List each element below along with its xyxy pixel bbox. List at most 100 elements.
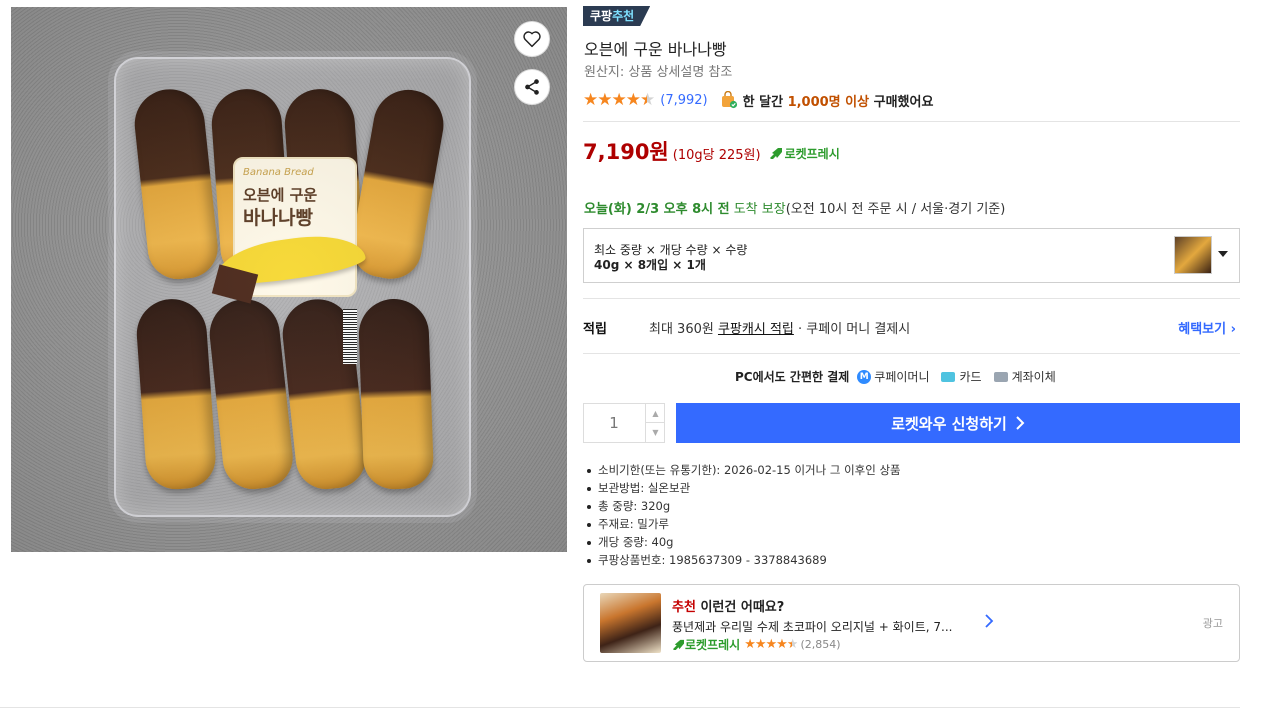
detail-item: 개당 중량: 40g (586, 533, 901, 551)
share-button[interactable] (514, 69, 550, 105)
reward-row: 적립 최대 360원 쿠팡캐시 적립 · 쿠페이 머니 결제시 혜택보기 › (583, 318, 1240, 337)
recommendation-heading-text: 이런건 어때요? (695, 600, 785, 615)
product-image[interactable]: Banana Bread 오븐에 구운 바나나빵 (11, 7, 567, 552)
bank-label: 계좌이체 (1011, 370, 1056, 384)
delivery-condition: (오전 10시 전 주문 시 / 서울·경기 기준) (785, 202, 1006, 217)
option-thumbnail (1174, 236, 1212, 274)
quantity-input[interactable] (584, 404, 644, 442)
banana-illustration (212, 228, 368, 290)
purchase-count-text: 한 달간 1,000명 이상 구매했어요 (743, 91, 934, 110)
star-icon: ★ (625, 89, 641, 110)
package-label: Banana Bread 오븐에 구운 바나나빵 (211, 157, 368, 304)
rocket-wow-signup-button[interactable]: 로켓와우 신청하기 (676, 403, 1240, 443)
heart-icon (523, 31, 541, 48)
delivery-info: 오늘(화) 2/3 오후 8시 전 도착 보장(오전 10시 전 주문 시 / … (584, 198, 1005, 217)
option-selector[interactable]: 최소 중량 × 개당 수량 × 수량 40g × 8개입 × 1개 (583, 228, 1240, 283)
star-icon: ★ (744, 637, 756, 652)
card-label: 카드 (959, 370, 982, 384)
banana-image (279, 295, 369, 493)
recommended-product-name[interactable]: 풍년제과 우리밀 수제 초코파이 오리지널 + 화이트, 7... (672, 618, 972, 635)
divider (0, 707, 1240, 708)
recommendation-card[interactable]: 추천 이런건 어때요? 풍년제과 우리밀 수제 초코파이 오리지널 + 화이트,… (583, 584, 1240, 662)
payment-lead: PC에서도 간편한 결제 (735, 370, 850, 384)
recommended-review-count: (2,854) (800, 638, 841, 651)
sale-price: 7,190원 (583, 140, 669, 164)
buyer-highlight: 1,000명 이상 (787, 94, 870, 110)
coupay-money-option: M 쿠페이머니 (857, 368, 929, 385)
caret-down-icon (1218, 251, 1228, 257)
buyer-prefix: 한 달간 (742, 94, 788, 110)
badge-accent: 추천 (612, 9, 635, 23)
wishlist-button[interactable] (514, 21, 550, 57)
delivery-guarantee: 도착 보장 (729, 202, 786, 217)
reward-prefix: 최대 360원 (649, 322, 718, 337)
shopping-bag-icon (721, 91, 737, 109)
card-icon (941, 371, 956, 382)
coupay-label: 쿠페이머니 (874, 370, 930, 384)
recommendation-heading-accent: 추천 (672, 600, 696, 615)
divider (583, 298, 1240, 299)
option-value: 40g × 8개입 × 1개 (594, 258, 706, 272)
chevron-right-icon[interactable] (984, 613, 994, 632)
tray-image (114, 57, 471, 517)
detail-item: 소비기한(또는 유통기한): 2026-02-15 이거나 그 이후인 상품 (586, 461, 901, 479)
half-star-icon: ★ (786, 637, 799, 652)
banana-image (131, 85, 221, 283)
reward-text: 최대 360원 쿠팡캐시 적립 · 쿠페이 머니 결제시 (649, 318, 910, 337)
badge-prefix: 쿠팡 (590, 9, 613, 23)
chevron-up-icon: ▲ (652, 408, 659, 418)
coupang-recommend-badge: 쿠팡추천 (583, 6, 650, 26)
product-title: 오븐에 구운 바나나빵 (584, 40, 727, 59)
rocket-icon (769, 148, 782, 159)
coupang-cash-link[interactable]: 쿠팡캐시 적립 (718, 322, 794, 337)
half-star-icon: ★ (640, 89, 655, 110)
banana-image (347, 84, 449, 284)
rocket-fresh-label: 로켓프레시 (685, 638, 741, 652)
star-icon: ★ (776, 637, 788, 652)
coupay-icon: M (857, 369, 872, 384)
quantity-increase-button[interactable]: ▲ (645, 404, 665, 423)
cta-label: 로켓와우 신청하기 (891, 414, 1007, 433)
product-details-list: 소비기한(또는 유통기한): 2026-02-15 이거나 그 이후인 상품 보… (586, 461, 901, 569)
star-icon: ★ (765, 637, 778, 652)
rating-row: ★ ★ ★ ★ ★ (7,992) 한 달간 1,000명 이상 구매했어요 (583, 90, 933, 110)
star-icon: ★ (611, 89, 627, 110)
chevron-right-icon (1016, 416, 1025, 430)
banana-image (282, 86, 366, 282)
price-row: 7,190원 (10g당 225원) 로켓프레시 (583, 136, 840, 166)
ad-label: 광고 (1202, 617, 1223, 630)
product-origin: 원산지: 상품 상세설명 참조 (584, 65, 733, 80)
buyer-suffix: 구매했어요 (869, 94, 934, 110)
package-line2: 바나나빵 (243, 207, 313, 229)
rating-stars[interactable]: ★ ★ ★ ★ ★ (583, 89, 655, 110)
barcode-image (343, 309, 357, 364)
star-icon: ★ (597, 89, 612, 110)
banana-image (357, 297, 435, 491)
banana-image (134, 296, 218, 492)
unit-price: (10g당 225원) (672, 148, 761, 163)
package-brand: Banana Bread (243, 167, 314, 178)
chevron-down-icon: ▼ (652, 428, 659, 437)
bank-icon (993, 371, 1008, 382)
share-icon (525, 79, 539, 95)
quantity-decrease-button[interactable]: ▼ (645, 423, 665, 442)
rocket-fresh-badge: 로켓프레시 (769, 145, 840, 162)
review-count-link[interactable]: (7,992) (660, 93, 707, 108)
banana-image (206, 295, 296, 493)
chocolate-illustration (211, 264, 259, 304)
reward-title: 적립 (583, 322, 607, 337)
detail-item: 보관방법: 실온보관 (586, 479, 901, 497)
card-option: 카드 (941, 368, 982, 385)
detail-item: 주재료: 밀가루 (586, 515, 901, 533)
delivery-date: 오늘(화) 2/3 오후 8시 전 (584, 202, 730, 217)
recommendation-heading: 추천 이런건 어때요? (672, 596, 784, 615)
divider (583, 353, 1240, 354)
recommended-product-image (600, 593, 661, 653)
star-icon: ★ (583, 89, 598, 110)
quantity-stepper: ▲ ▼ (583, 403, 665, 443)
package-line1: 오븐에 구운 (243, 186, 318, 204)
view-benefits-link[interactable]: 혜택보기 › (1178, 318, 1236, 337)
star-icon: ★ (754, 637, 767, 652)
banana-image (209, 86, 293, 282)
rocket-fresh-label: 로켓프레시 (784, 146, 840, 161)
